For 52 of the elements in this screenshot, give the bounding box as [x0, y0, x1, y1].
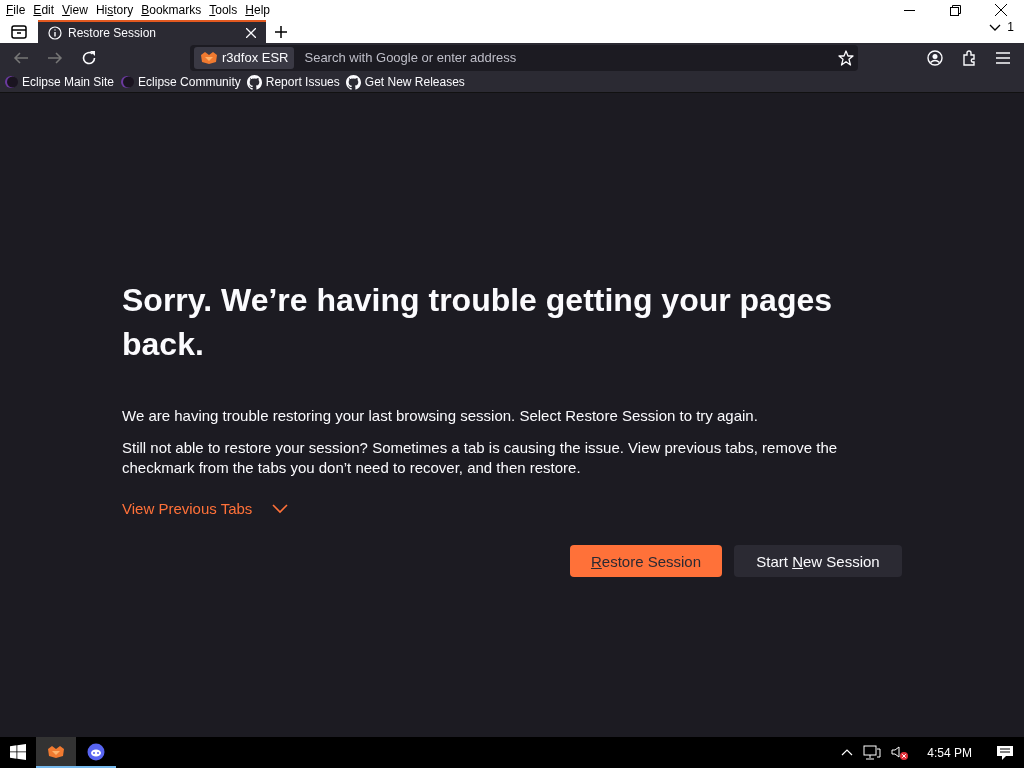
tab-manager-icon[interactable] [11, 24, 27, 39]
menu-item[interactable]: History [91, 3, 138, 17]
menu-item[interactable]: File [2, 3, 30, 17]
restore-icon[interactable] [949, 4, 961, 16]
new-session-button[interactable]: Start New Session [734, 545, 902, 577]
chevron-icon[interactable] [272, 503, 289, 514]
windows-start-icon[interactable] [10, 743, 26, 760]
github-icon [246, 74, 262, 90]
identity-badge[interactable]: r3dfox ESR [194, 46, 295, 69]
close-tab-icon[interactable] [246, 27, 256, 38]
eclipse-icon [4, 75, 18, 89]
notification-icon[interactable] [996, 744, 1014, 761]
fox-icon [47, 744, 65, 759]
body-text: We are having trouble restoring your last browsing session. Select Restore Session to try again. [122, 406, 759, 426]
forward-arrow-icon[interactable] [47, 50, 63, 65]
menu-item[interactable]: Help [241, 3, 274, 17]
taskbar-app[interactable] [36, 737, 76, 768]
clock[interactable]: 4:54 PM [927, 745, 972, 760]
bookmark-item[interactable]: Get New Releases [364, 75, 465, 89]
fox-icon [200, 50, 218, 65]
chevron-down-icon[interactable] [989, 23, 1002, 31]
puzzle-piece-icon[interactable] [961, 49, 977, 66]
close-icon[interactable] [995, 4, 1007, 16]
github-icon [345, 74, 361, 90]
chat-app-icon [87, 742, 105, 761]
muted-speaker-icon[interactable] [891, 744, 910, 761]
back-arrow-icon[interactable] [13, 50, 29, 65]
menu-item[interactable]: Tools [205, 3, 242, 17]
menu-icon[interactable] [996, 51, 1010, 64]
plus-icon[interactable] [275, 25, 287, 38]
menu-item[interactable]: Bookmarks [137, 3, 206, 17]
tab-title: Restore Session [68, 25, 158, 40]
account-icon[interactable] [927, 49, 943, 66]
address-bar[interactable]: r3dfox ESR Search with Google or enter address [190, 44, 858, 71]
eclipse-icon [120, 75, 135, 89]
view-previous-tabs-link[interactable]: View Previous Tabs [122, 500, 253, 517]
tab-count: 1 [1007, 20, 1014, 34]
reload-icon[interactable] [81, 49, 97, 66]
bookmark-item[interactable]: Eclipse Community [138, 75, 241, 89]
star-icon[interactable] [838, 49, 854, 66]
minimize-icon[interactable] [903, 9, 915, 11]
menu-item[interactable]: View [58, 3, 92, 17]
body-text: Still not able to restore your session? Sometimes a tab is causing the issue. View previous tabs, remove the checkmark from the tabs you don’t need to recover, and then restore. [122, 438, 839, 478]
bookmark-item[interactable]: Report Issues [265, 75, 340, 89]
page-heading: Sorry. We’re having trouble getting your pages back. [122, 281, 834, 364]
menu-item[interactable]: Edit [29, 3, 59, 17]
info-icon [48, 25, 62, 40]
browser-tab[interactable]: Restore Session [38, 20, 266, 43]
bookmark-item[interactable]: Eclipse Main Site [22, 75, 115, 89]
restore-session-button[interactable]: Restore Session [570, 545, 722, 577]
network-icon[interactable] [863, 744, 882, 761]
chevron-up-icon[interactable] [841, 749, 854, 756]
